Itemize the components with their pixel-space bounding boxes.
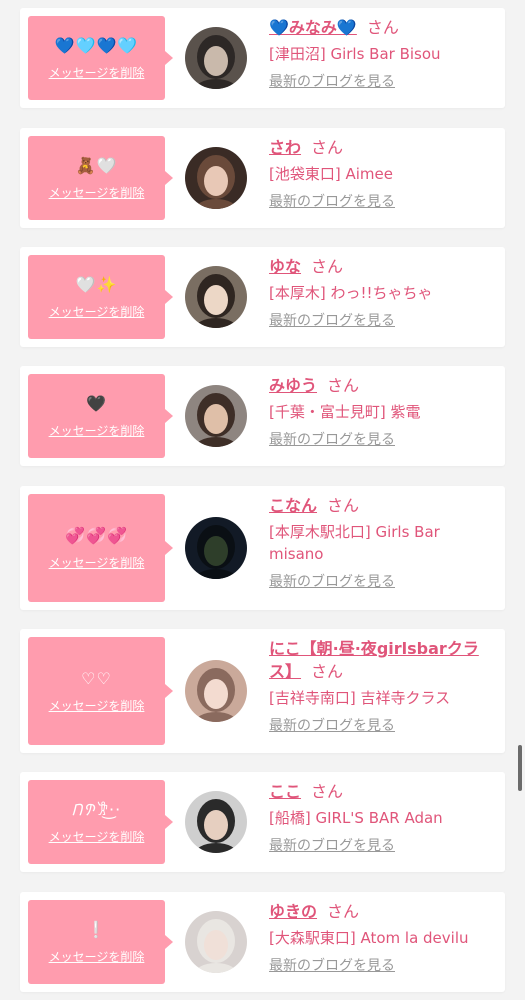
person-icon xyxy=(185,147,247,209)
avatar[interactable] xyxy=(185,517,247,579)
honorific: さん xyxy=(327,496,360,515)
honorific: さん xyxy=(327,376,360,395)
delete-message-link[interactable]: メッセージを削除 xyxy=(49,184,145,201)
avatar[interactable] xyxy=(185,147,247,209)
cast-info: ゆきの さん [大森駅東口] Atom la devilu 最新のブログを見る xyxy=(269,900,494,976)
person-icon xyxy=(185,385,247,447)
cast-name-link[interactable]: ゆきの xyxy=(269,902,317,921)
shop-name: [吉祥寺南口] 吉祥寺クラス xyxy=(269,689,451,707)
message-card: 🧸🤍 メッセージを削除 さわ さん [池袋東口] Aimee 最新のブログを見る xyxy=(20,128,505,228)
latest-blog-link[interactable]: 最新のブログを見る xyxy=(269,836,395,856)
message-card: ♡♡ メッセージを削除 にこ【朝·昼·夜girlsbarクラス】 さん [吉祥寺南… xyxy=(20,629,505,753)
message-bubble: ❕ メッセージを削除 xyxy=(28,900,173,984)
delete-message-link[interactable]: メッセージを削除 xyxy=(49,422,145,439)
message-text: ♡♡ xyxy=(81,668,112,688)
avatar[interactable] xyxy=(185,660,247,722)
delete-message-link[interactable]: メッセージを削除 xyxy=(49,697,145,714)
cast-info: にこ【朝·昼·夜girlsbarクラス】 さん [吉祥寺南口] 吉祥寺クラス 最新… xyxy=(269,637,494,736)
delete-message-link[interactable]: メッセージを削除 xyxy=(49,948,145,965)
latest-blog-link[interactable]: 最新のブログを見る xyxy=(269,311,395,331)
latest-blog-link[interactable]: 最新のブログを見る xyxy=(269,956,395,976)
cast-info: こなん さん [本厚木駅北口] Girls Bar misano 最新のブログを見… xyxy=(269,494,494,592)
scrollbar[interactable] xyxy=(518,745,522,791)
message-text: 🧸🤍 xyxy=(75,155,118,175)
message-text: 🖤 xyxy=(86,393,107,413)
latest-blog-link[interactable]: 最新のブログを見る xyxy=(269,72,395,92)
shop-name: [大森駅東口] Atom la devilu xyxy=(269,929,469,947)
message-card: 💙🩵💙🩵 メッセージを削除 💙みなみ💙 さん [津田沼] Girls Bar Bi… xyxy=(20,8,505,108)
person-with-heart-sticker-icon xyxy=(185,27,247,89)
cast-info: みゆう さん [千葉・富士見町] 紫電 最新のブログを見る xyxy=(269,374,494,450)
latest-blog-link[interactable]: 最新のブログを見る xyxy=(269,716,395,736)
message-bubble: 🧸🤍 メッセージを削除 xyxy=(28,136,173,220)
latest-blog-link[interactable]: 最新のブログを見る xyxy=(269,192,395,212)
avatar[interactable] xyxy=(185,385,247,447)
cast-name-link[interactable]: にこ【朝·昼·夜girlsbarクラス】 xyxy=(269,639,479,681)
message-card: 🤍✨ メッセージを削除 ゆな さん [本厚木] わっ!!ちゃちゃ 最新のブログを見… xyxy=(20,247,505,347)
message-text: 💙🩵💙🩵 xyxy=(54,35,139,55)
delete-message-link[interactable]: メッセージを削除 xyxy=(49,554,145,571)
avatar[interactable] xyxy=(185,911,247,973)
person-icon xyxy=(185,266,247,328)
person-with-cat-filter-icon xyxy=(185,660,247,722)
delete-message-link[interactable]: メッセージを削除 xyxy=(49,303,145,320)
shop-name: [本厚木駅北口] Girls Bar misano xyxy=(269,523,440,563)
honorific: さん xyxy=(311,138,344,157)
honorific: さん xyxy=(327,902,360,921)
shop-name: [千葉・富士見町] 紫電 xyxy=(269,403,421,421)
shop-name: [津田沼] Girls Bar Bisou xyxy=(269,45,441,63)
message-bubble: 🤍✨ メッセージを削除 xyxy=(28,255,173,339)
message-card: ❕ メッセージを削除 ゆきの さん [大森駅東口] Atom la devilu … xyxy=(20,892,505,992)
message-bubble: 𐦂𐨮𐨭·͜· メッセージを削除 xyxy=(28,780,173,864)
night-scenery-icon xyxy=(185,517,247,579)
latest-blog-link[interactable]: 最新のブログを見る xyxy=(269,430,395,450)
message-text: 💞💞💞 xyxy=(65,525,128,545)
latest-blog-link[interactable]: 最新のブログを見る xyxy=(269,572,395,592)
message-bubble: 💞💞💞 メッセージを削除 xyxy=(28,494,173,602)
person-with-phone-icon xyxy=(185,791,247,853)
delete-message-link[interactable]: メッセージを削除 xyxy=(49,64,145,81)
message-card: 🖤 メッセージを削除 みゆう さん [千葉・富士見町] 紫電 最新のブログを見る xyxy=(20,366,505,466)
honorific: さん xyxy=(311,662,344,681)
honorific: さん xyxy=(366,18,399,37)
cast-name-link[interactable]: こなん xyxy=(269,496,317,515)
shop-name: [池袋東口] Aimee xyxy=(269,165,393,183)
message-text: 𐦂𐨮𐨭·͜· xyxy=(71,799,122,819)
message-bubble: ♡♡ メッセージを削除 xyxy=(28,637,173,745)
cast-info: ゆな さん [本厚木] わっ!!ちゃちゃ 最新のブログを見る xyxy=(269,255,494,331)
honorific: さん xyxy=(311,257,344,276)
avatar[interactable] xyxy=(185,27,247,89)
message-text: ❕ xyxy=(86,919,107,939)
cast-info: さわ さん [池袋東口] Aimee 最新のブログを見る xyxy=(269,136,494,212)
delete-message-link[interactable]: メッセージを削除 xyxy=(49,828,145,845)
avatar[interactable] xyxy=(185,791,247,853)
message-list: 💙🩵💙🩵 メッセージを削除 💙みなみ💙 さん [津田沼] Girls Bar Bi… xyxy=(0,0,525,1000)
message-bubble: 💙🩵💙🩵 メッセージを削除 xyxy=(28,16,173,100)
cast-name-link[interactable]: さわ xyxy=(269,138,301,157)
avatar[interactable] xyxy=(185,266,247,328)
cast-name-link[interactable]: ここ xyxy=(269,782,301,801)
message-text: 🤍✨ xyxy=(75,274,118,294)
honorific: さん xyxy=(311,782,344,801)
cast-name-link[interactable]: ゆな xyxy=(269,257,301,276)
shop-name: [船橋] GIRL'S BAR Adan xyxy=(269,809,443,827)
cast-info: ここ さん [船橋] GIRL'S BAR Adan 最新のブログを見る xyxy=(269,780,494,856)
message-card: 💞💞💞 メッセージを削除 こなん さん [本厚木駅北口] Girls Bar mi… xyxy=(20,486,505,610)
message-bubble: 🖤 メッセージを削除 xyxy=(28,374,173,458)
shop-name: [本厚木] わっ!!ちゃちゃ xyxy=(269,284,433,302)
cast-name-link[interactable]: 💙みなみ💙 xyxy=(269,18,357,37)
message-card: 𐦂𐨮𐨭·͜· メッセージを削除 ここ さん [船橋] GIRL'S BAR Ada… xyxy=(20,772,505,872)
cast-name-link[interactable]: みゆう xyxy=(269,376,317,395)
person-with-glasses-icon xyxy=(185,911,247,973)
cast-info: 💙みなみ💙 さん [津田沼] Girls Bar Bisou 最新のブログを見る xyxy=(269,16,494,92)
